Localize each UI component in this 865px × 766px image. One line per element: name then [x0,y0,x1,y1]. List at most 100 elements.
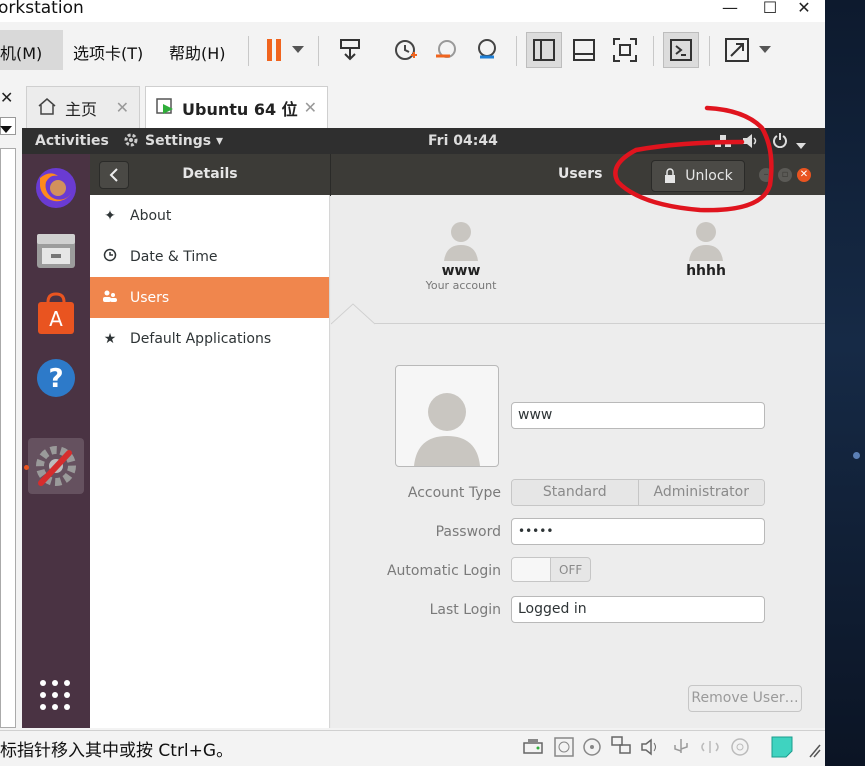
sidebar-item-default-applications[interactable]: ★ Default Applications [90,318,329,359]
menu-vm-label[interactable]: 机(M) [0,40,42,64]
firefox-icon[interactable] [28,160,84,216]
minimize-window-button[interactable]: – [759,168,773,182]
send-keys-icon[interactable] [334,34,366,66]
clock-icon [90,248,130,266]
username-field[interactable]: www [511,402,765,429]
desktop-background [825,0,865,766]
avatar-icon [414,393,480,466]
switch-state: OFF [559,562,583,577]
maximize-button[interactable]: ☐ [757,0,783,18]
last-login-label: Last Login [429,602,501,618]
stretch-icon[interactable] [721,34,753,66]
close-window-button[interactable]: ✕ [797,168,811,182]
network-icon[interactable] [714,134,732,152]
toolbar-separator [653,36,654,66]
pause-icon[interactable] [258,34,290,66]
automatic-login-switch[interactable]: OFF [511,557,591,582]
user-name: hhhh [686,263,726,279]
tab-ubuntu[interactable]: Ubuntu 64 位 ✕ [145,86,328,128]
snapshot-icon[interactable] [390,34,422,66]
page-title: Users [558,166,603,182]
switch-knob [512,558,551,581]
tab-home[interactable]: 主页 ✕ [26,86,140,128]
menu-help[interactable]: 帮助(H) [169,40,226,64]
header-bar-left: Details [90,154,331,195]
title-bar: orkstation — ☐ ✕ [0,0,825,22]
power-icon[interactable] [772,132,788,152]
pause-dropdown-icon[interactable] [288,34,308,66]
cd-dvd-icon[interactable] [554,737,574,761]
settings-app-icon[interactable] [28,438,84,494]
sound-card-icon[interactable] [640,737,662,761]
sidebar-item-users[interactable]: Users [90,277,329,318]
panel-title: Details [182,166,238,182]
clock[interactable]: Fri 04:44 [428,133,498,149]
floppy-icon[interactable] [582,737,602,761]
show-applications-icon[interactable] [38,678,72,716]
last-login-field[interactable]: Logged in [511,596,765,623]
fullscreen-icon[interactable] [609,34,641,66]
guest-display[interactable]: Activities Settings ▾ Fri 04:44 A ? Deta… [22,128,825,728]
hard-disk-icon[interactable] [522,737,544,761]
usb-icon[interactable] [670,737,692,761]
user-hhhh[interactable]: hhhh [666,219,746,279]
files-icon[interactable] [28,222,84,278]
sidebar-item-label: About [130,207,172,224]
settings-window: Details Users Unlock – ▫ ✕ ✦ About Date … [90,154,825,728]
user-www[interactable]: www Your account [421,219,501,292]
printer-icon[interactable] [730,737,750,761]
star-sparkle-icon: ✦ [104,207,116,224]
account-type-administrator[interactable]: Administrator [638,480,764,505]
settings-gear-icon [123,132,139,152]
status-message: 标指针移入其中或按 Ctrl+G。 [0,741,234,761]
automatic-login-label: Automatic Login [386,563,501,579]
maximize-window-button[interactable]: ▫ [778,168,792,182]
header-bar: Details Users Unlock – ▫ ✕ [90,154,825,196]
tab-home-label: 主页 [65,99,98,119]
sidebar-item-about[interactable]: ✦ About [90,195,329,236]
volume-icon[interactable] [742,133,760,153]
help-icon[interactable]: ? [28,350,84,406]
avatar-icon [689,222,723,261]
terminal-icon[interactable] [663,32,699,68]
library-tree[interactable] [0,148,16,728]
account-type-standard[interactable]: Standard [512,480,639,505]
user-name: www [441,263,481,279]
users-panel: www Your account hhhh www Account Type S… [330,195,825,728]
vmware-window: orkstation — ☐ ✕ 机(M) 选项卡(T) 帮助(H) ✕ 主页 … [0,0,825,766]
library-view-icon[interactable] [526,32,562,68]
settings-sidebar: ✦ About Date & Time Users ★ Default Appl… [90,195,330,728]
resize-grip-icon[interactable] [808,739,822,763]
manage-snapshots-icon[interactable] [471,34,503,66]
network-adapter-icon[interactable] [610,735,634,761]
unlock-button[interactable]: Unlock [651,160,745,192]
toolbar-separator [248,36,249,66]
bluetooth-icon[interactable] [698,737,722,761]
console-view-icon[interactable] [568,34,600,66]
activities-button[interactable]: Activities [35,133,109,149]
tab-close-icon[interactable]: ✕ [116,98,129,117]
running-indicator [24,465,29,470]
message-log-icon[interactable] [770,735,794,763]
carousel-arrow [330,303,376,329]
library-close-icon[interactable]: ✕ [0,88,13,107]
remove-user-button[interactable]: Remove User… [688,685,802,712]
password-field[interactable]: ••••• [511,518,765,545]
app-menu[interactable]: Settings ▾ [145,133,223,149]
home-icon [37,97,57,119]
revert-snapshot-icon[interactable] [430,34,462,66]
system-menu-dropdown-icon[interactable] [796,137,806,153]
desktop-indicator [853,452,860,459]
sidebar-item-date-time[interactable]: Date & Time [90,236,329,277]
close-button[interactable]: ✕ [791,0,817,18]
minimize-button[interactable]: — [717,0,743,18]
lock-icon [665,168,676,183]
avatar-button[interactable] [395,365,499,467]
tab-close-icon[interactable]: ✕ [304,98,317,117]
stretch-dropdown-icon[interactable] [755,34,775,66]
gnome-top-bar: Activities Settings ▾ Fri 04:44 [22,128,825,154]
user-subtitle: Your account [425,279,497,292]
library-dropdown-icon[interactable] [0,122,12,138]
software-center-icon[interactable]: A [28,286,84,342]
menu-tabs[interactable]: 选项卡(T) [73,40,143,64]
